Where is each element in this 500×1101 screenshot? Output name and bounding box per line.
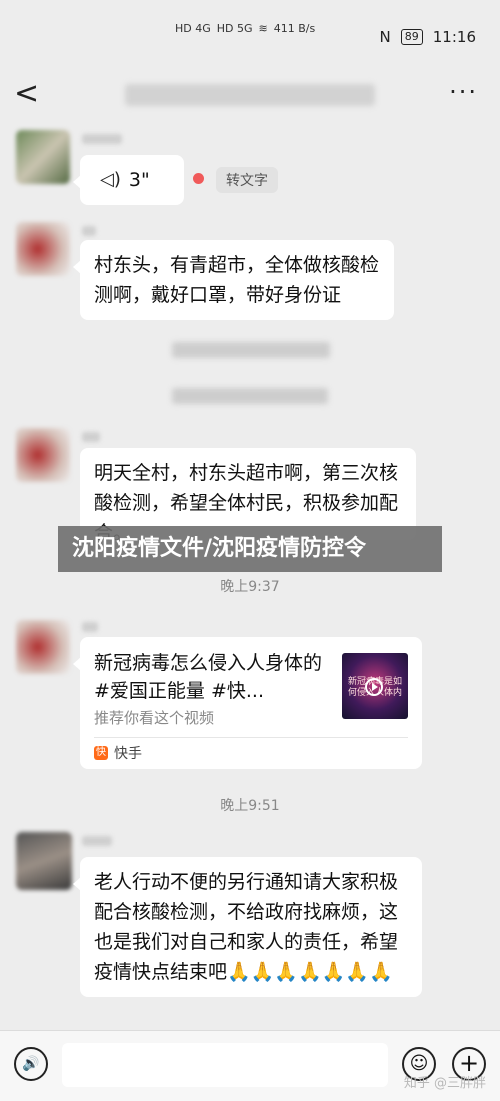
text-message[interactable]: 村东头，有青超市，全体做核酸检测啊，戴好口罩，带好身份证 xyxy=(73,240,394,320)
video-share-card[interactable]: 新冠病毒怎么侵入人身体的 #爱国正能量 #快... 推荐你看这个视频 新冠病毒是… xyxy=(73,637,422,769)
status-bar: HD 4G HD 5G ≋ 411 B/s N 89 11:16 xyxy=(0,0,500,70)
nfc-icon: N xyxy=(379,28,391,46)
network-5g: HD 5G xyxy=(216,22,253,35)
wifi-icon: ≋ xyxy=(258,22,268,35)
avatar[interactable] xyxy=(16,832,72,890)
watermark: 知乎 @三胖胖 xyxy=(403,1076,486,1091)
avatar[interactable] xyxy=(16,222,70,276)
back-button[interactable]: < xyxy=(14,76,44,116)
sender-name-blurred xyxy=(82,226,96,236)
network-speed: 411 B/s xyxy=(273,22,316,35)
play-icon xyxy=(365,678,383,696)
system-notice-blurred xyxy=(172,388,328,404)
timestamp: 晚上9:51 xyxy=(220,798,280,814)
sender-name-blurred xyxy=(82,836,112,846)
timestamp: 晚上9:37 xyxy=(220,579,280,595)
avatar[interactable] xyxy=(16,130,70,184)
battery-indicator: 89 xyxy=(400,29,423,45)
voice-message[interactable]: ◁) 3" xyxy=(73,155,184,205)
video-thumbnail: 新冠病毒是如何侵入人体内 xyxy=(342,653,408,719)
card-source-label: 快手 xyxy=(114,746,142,762)
clock: 11:16 xyxy=(432,28,476,46)
card-title: 新冠病毒怎么侵入人身体的 #爱国正能量 #快... xyxy=(94,652,323,702)
voice-duration: 3" xyxy=(128,169,150,191)
overlay-banner: 沈阳疫情文件/沈阳疫情防控令 xyxy=(58,526,442,572)
more-options-button[interactable]: ··· xyxy=(449,78,478,106)
voice-input-button[interactable]: 🔊 xyxy=(14,1047,48,1081)
text-message[interactable]: 老人行动不便的另行通知请大家积极配合核酸检测，不给政府找麻烦，这也是我们对自己和… xyxy=(73,857,422,997)
avatar[interactable] xyxy=(16,620,70,674)
kuaishou-icon: 快 xyxy=(94,746,108,760)
card-source: 快 快手 xyxy=(94,743,142,763)
sender-name-blurred xyxy=(82,432,100,442)
card-subtitle: 推荐你看这个视频 xyxy=(94,709,215,727)
status-right: N 89 11:16 xyxy=(380,28,476,46)
voice-wave-icon: ◁) xyxy=(100,169,121,190)
sender-name-blurred xyxy=(82,622,98,632)
unread-dot xyxy=(193,173,204,184)
sender-name-blurred xyxy=(82,134,122,144)
chat-header: < ··· xyxy=(0,70,500,122)
system-notice-blurred xyxy=(172,342,330,358)
to-text-button[interactable]: 转文字 xyxy=(216,167,278,193)
network-indicators: HD 4G HD 5G ≋ 411 B/s xyxy=(175,22,315,35)
avatar[interactable] xyxy=(16,428,70,482)
network-4g: HD 4G xyxy=(175,22,211,35)
message-input[interactable] xyxy=(62,1043,388,1087)
card-divider xyxy=(94,737,408,738)
chat-title-blurred xyxy=(125,84,375,106)
